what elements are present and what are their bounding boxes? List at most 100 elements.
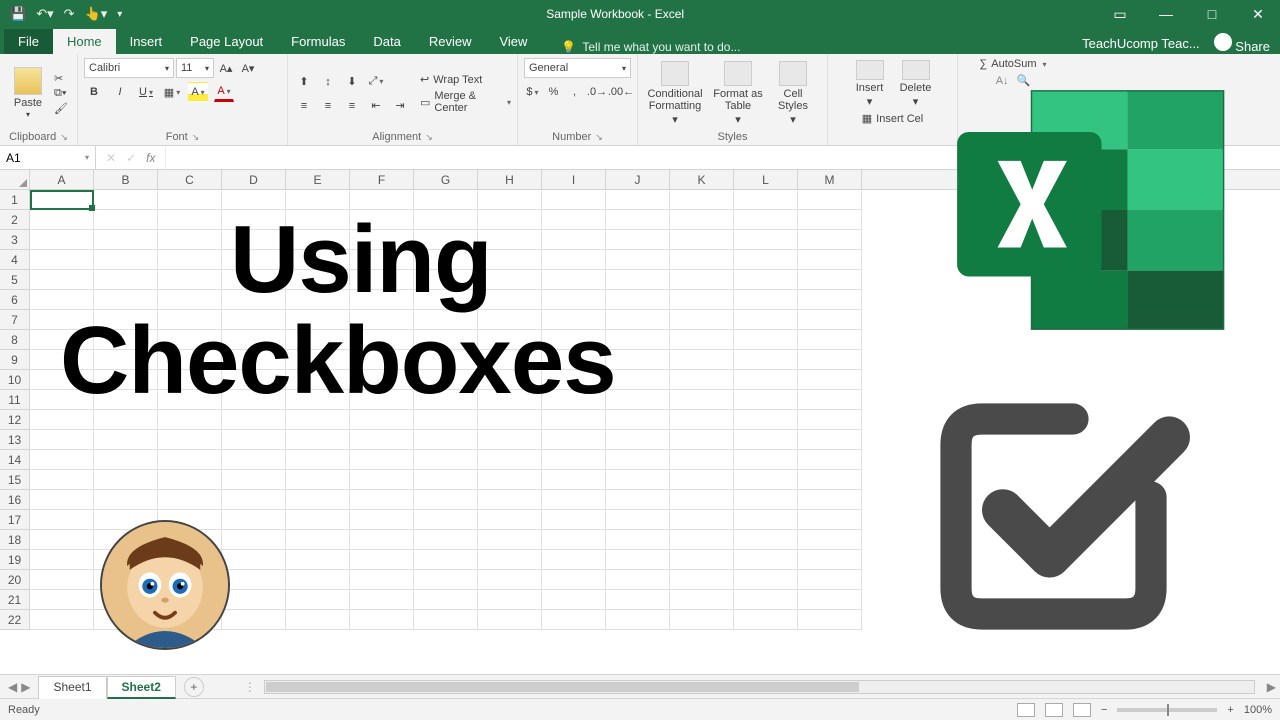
row-header[interactable]: 8 — [0, 330, 29, 350]
cell[interactable] — [798, 190, 862, 210]
cell[interactable] — [414, 530, 478, 550]
cell[interactable] — [798, 550, 862, 570]
cell[interactable] — [670, 610, 734, 630]
touch-mode-icon[interactable]: 👆▾ — [85, 6, 108, 22]
cell[interactable] — [414, 450, 478, 470]
accounting-format-icon[interactable]: $ — [524, 82, 541, 102]
font-name-select[interactable]: Calibri▾ — [84, 58, 174, 78]
row-header[interactable]: 4 — [0, 250, 29, 270]
conditional-formatting-button[interactable]: Conditional Formatting▾ — [644, 61, 706, 127]
percent-format-icon[interactable]: % — [545, 82, 562, 102]
cell[interactable] — [350, 590, 414, 610]
tab-page-layout[interactable]: Page Layout — [176, 29, 277, 54]
cell[interactable] — [30, 570, 94, 590]
cell[interactable] — [670, 550, 734, 570]
cell[interactable] — [222, 430, 286, 450]
cell[interactable] — [798, 430, 862, 450]
align-right-icon[interactable]: ≡ — [342, 96, 362, 116]
row-header[interactable]: 12 — [0, 410, 29, 430]
cell[interactable] — [542, 430, 606, 450]
cell[interactable] — [158, 430, 222, 450]
cell[interactable] — [30, 450, 94, 470]
cell[interactable] — [670, 250, 734, 270]
cell[interactable] — [478, 470, 542, 490]
row-header[interactable]: 11 — [0, 390, 29, 410]
font-size-select[interactable]: 11▾ — [176, 58, 214, 78]
cell[interactable] — [798, 230, 862, 250]
row-header[interactable]: 13 — [0, 430, 29, 450]
column-header[interactable]: D — [222, 170, 286, 189]
format-as-table-button[interactable]: Format as Table▾ — [710, 61, 766, 127]
horizontal-scrollbar[interactable] — [264, 680, 1255, 694]
cell[interactable] — [350, 570, 414, 590]
cell[interactable] — [670, 350, 734, 370]
cell[interactable] — [798, 350, 862, 370]
cell[interactable] — [606, 390, 670, 410]
bold-button[interactable]: B — [84, 82, 104, 102]
cell[interactable] — [350, 470, 414, 490]
cell[interactable] — [606, 490, 670, 510]
align-left-icon[interactable]: ≡ — [294, 96, 314, 116]
fill-color-icon[interactable]: A — [188, 82, 208, 102]
cell[interactable] — [670, 450, 734, 470]
tab-split-handle[interactable]: ⋮ — [244, 680, 256, 694]
tab-file[interactable]: File — [4, 29, 53, 54]
cell[interactable] — [734, 610, 798, 630]
cell[interactable] — [30, 510, 94, 530]
row-header[interactable]: 1 — [0, 190, 29, 210]
row-header[interactable]: 15 — [0, 470, 29, 490]
borders-icon[interactable]: ▦ — [162, 82, 182, 102]
cell[interactable] — [734, 210, 798, 230]
italic-button[interactable]: I — [110, 82, 130, 102]
cell[interactable] — [414, 590, 478, 610]
cell[interactable] — [670, 270, 734, 290]
cell[interactable] — [798, 410, 862, 430]
tab-home[interactable]: Home — [53, 29, 116, 54]
cell[interactable] — [286, 590, 350, 610]
cell[interactable] — [414, 570, 478, 590]
cell[interactable] — [606, 610, 670, 630]
paste-button[interactable]: Paste▾ — [6, 61, 50, 127]
column-header[interactable]: F — [350, 170, 414, 189]
cell[interactable] — [478, 450, 542, 470]
row-header[interactable]: 6 — [0, 290, 29, 310]
cell[interactable] — [222, 510, 286, 530]
cell[interactable] — [542, 450, 606, 470]
active-cell[interactable] — [30, 190, 94, 210]
cell[interactable] — [542, 550, 606, 570]
cell[interactable] — [94, 430, 158, 450]
cell[interactable] — [478, 490, 542, 510]
sheet-nav-next-icon[interactable]: ▶ — [21, 680, 30, 694]
ribbon-options-button[interactable]: ▭ — [1098, 0, 1142, 28]
cell[interactable] — [734, 230, 798, 250]
column-header[interactable]: M — [798, 170, 862, 189]
column-header[interactable]: E — [286, 170, 350, 189]
undo-icon[interactable]: ↶▾ — [36, 6, 53, 22]
increase-font-icon[interactable]: A▴ — [216, 58, 236, 78]
cell[interactable] — [94, 470, 158, 490]
cell[interactable] — [286, 550, 350, 570]
cell[interactable] — [222, 610, 286, 630]
delete-cells-button[interactable]: Delete▾ — [894, 58, 938, 110]
cell[interactable] — [734, 410, 798, 430]
sheet-tab-sheet2[interactable]: Sheet2 — [107, 676, 176, 699]
cell[interactable] — [606, 530, 670, 550]
cell[interactable] — [222, 490, 286, 510]
cell[interactable] — [606, 370, 670, 390]
cell[interactable] — [798, 610, 862, 630]
cell[interactable] — [734, 390, 798, 410]
cell[interactable] — [542, 570, 606, 590]
cell[interactable] — [350, 510, 414, 530]
row-header[interactable]: 7 — [0, 310, 29, 330]
cell[interactable] — [606, 270, 670, 290]
cell[interactable] — [798, 530, 862, 550]
cell[interactable] — [606, 190, 670, 210]
cell[interactable] — [414, 610, 478, 630]
column-header[interactable]: B — [94, 170, 158, 189]
cell[interactable] — [734, 350, 798, 370]
wrap-text-button[interactable]: ↩Wrap Text — [420, 73, 511, 86]
cell[interactable] — [670, 210, 734, 230]
tab-data[interactable]: Data — [359, 29, 414, 54]
font-color-icon[interactable]: A — [214, 82, 234, 102]
row-header[interactable]: 10 — [0, 370, 29, 390]
